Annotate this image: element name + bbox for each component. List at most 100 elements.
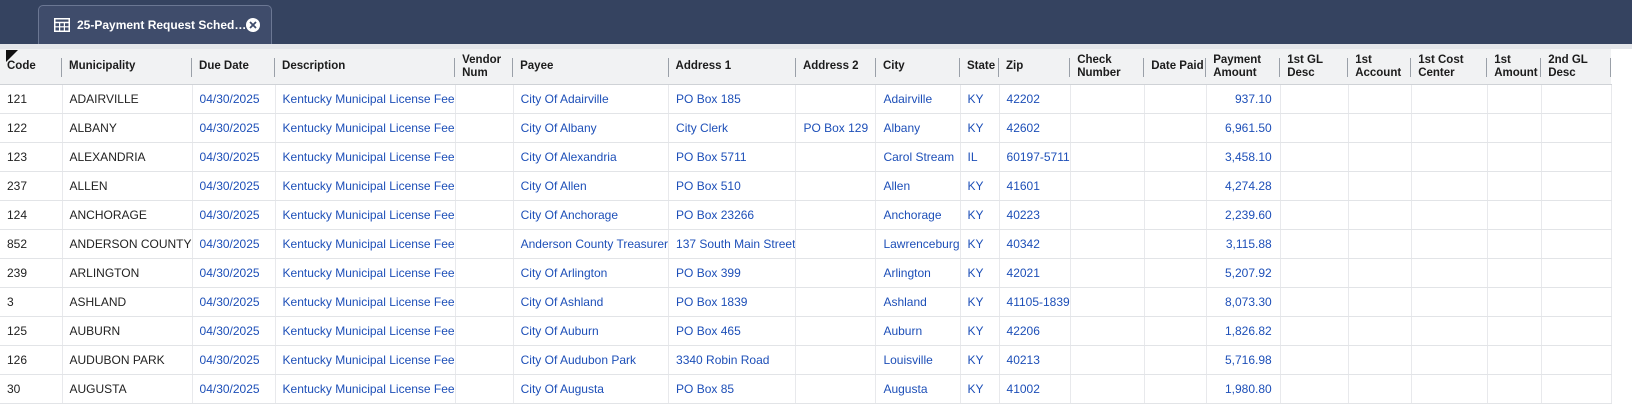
cell-municipality[interactable]: ADAIRVILLE [62, 84, 193, 114]
cell-address-2[interactable] [795, 142, 877, 172]
cell-date-paid[interactable] [1144, 229, 1207, 259]
cell-municipality[interactable]: ANCHORAGE [62, 200, 193, 230]
cell-2nd-gl-desc[interactable] [1541, 374, 1612, 404]
cell-payee[interactable]: City Of Adairville [513, 84, 670, 114]
cell-payee[interactable]: City Of Ashland [513, 287, 670, 317]
cell-payment-amount[interactable]: 937.10 [1206, 84, 1281, 114]
cell-description[interactable]: Kentucky Municipal License Fee [275, 200, 456, 230]
cell-1st-account[interactable] [1348, 287, 1412, 317]
cell-description[interactable]: Kentucky Municipal License Fee [275, 229, 456, 259]
table-row[interactable]: 237 ALLEN 04/30/2025 Kentucky Municipal Lic… [0, 171, 1612, 201]
cell-1st-gl-desc[interactable] [1280, 171, 1349, 201]
cell-due-date[interactable]: 04/30/2025 [192, 142, 276, 172]
cell-code[interactable]: 852 [0, 229, 63, 259]
cell-1st-cost-center[interactable] [1411, 229, 1488, 259]
cell-municipality[interactable]: ALLEN [62, 171, 193, 201]
cell-1st-cost-center[interactable] [1411, 258, 1488, 288]
table-row[interactable]: 122 ALBANY 04/30/2025 Kentucky Municipal Li… [0, 113, 1612, 143]
table-row[interactable]: 30 AUGUSTA 04/30/2025 Kentucky Municipal Li… [0, 374, 1612, 404]
cell-municipality[interactable]: AUDUBON PARK [62, 345, 193, 375]
cell-check-number[interactable] [1070, 113, 1145, 143]
cell-code[interactable]: 123 [0, 142, 63, 172]
cell-2nd-gl-desc[interactable] [1541, 113, 1612, 143]
cell-state[interactable]: KY [960, 287, 1000, 317]
cell-1st-account[interactable] [1348, 171, 1412, 201]
cell-1st-gl-desc[interactable] [1280, 374, 1349, 404]
cell-2nd-gl-desc[interactable] [1541, 287, 1612, 317]
cell-due-date[interactable]: 04/30/2025 [192, 287, 276, 317]
cell-due-date[interactable]: 04/30/2025 [192, 374, 276, 404]
table-row[interactable]: 121 ADAIRVILLE 04/30/2025 Kentucky Municipa… [0, 84, 1612, 114]
cell-1st-amount[interactable] [1487, 84, 1542, 114]
cell-description[interactable]: Kentucky Municipal License Fee [275, 171, 456, 201]
cell-vendor-num[interactable] [455, 345, 514, 375]
cell-vendor-num[interactable] [455, 142, 514, 172]
cell-municipality[interactable]: ARLINGTON [62, 258, 193, 288]
cell-1st-account[interactable] [1348, 316, 1412, 346]
column-header-state[interactable]: State [960, 49, 1000, 85]
cell-zip[interactable]: 42202 [999, 84, 1071, 114]
cell-2nd-gl-desc[interactable] [1541, 142, 1612, 172]
cell-check-number[interactable] [1070, 142, 1145, 172]
cell-date-paid[interactable] [1144, 374, 1207, 404]
cell-1st-cost-center[interactable] [1411, 84, 1488, 114]
cell-zip[interactable]: 41601 [999, 171, 1071, 201]
cell-check-number[interactable] [1070, 345, 1145, 375]
cell-2nd-gl-desc[interactable] [1541, 84, 1612, 114]
cell-payee[interactable]: City Of Anchorage [513, 200, 670, 230]
cell-city[interactable]: Arlington [875, 258, 961, 288]
cell-1st-gl-desc[interactable] [1280, 287, 1349, 317]
column-resize-handle[interactable] [1610, 58, 1612, 77]
cell-state[interactable]: KY [960, 258, 1000, 288]
table-row[interactable]: 239 ARLINGTON 04/30/2025 Kentucky Municipal… [0, 258, 1612, 288]
cell-1st-account[interactable] [1348, 113, 1412, 143]
cell-date-paid[interactable] [1144, 113, 1207, 143]
cell-vendor-num[interactable] [455, 316, 514, 346]
column-header-vendor-num[interactable]: Vendor Num [455, 49, 514, 85]
cell-code[interactable]: 125 [0, 316, 63, 346]
cell-1st-gl-desc[interactable] [1280, 316, 1349, 346]
cell-vendor-num[interactable] [455, 374, 514, 404]
cell-address-2[interactable] [795, 258, 877, 288]
cell-zip[interactable]: 42206 [999, 316, 1071, 346]
cell-address-1[interactable]: PO Box 510 [668, 171, 797, 201]
table-row[interactable]: 123 ALEXANDRIA 04/30/2025 Kentucky Municipa… [0, 142, 1612, 172]
cell-check-number[interactable] [1070, 171, 1145, 201]
cell-payee[interactable]: City Of Allen [513, 171, 670, 201]
cell-2nd-gl-desc[interactable] [1541, 345, 1612, 375]
cell-code[interactable]: 237 [0, 171, 63, 201]
cell-1st-gl-desc[interactable] [1280, 229, 1349, 259]
cell-address-1[interactable]: PO Box 23266 [668, 200, 797, 230]
cell-payee[interactable]: City Of Alexandria [513, 142, 670, 172]
cell-address-1[interactable]: PO Box 5711 [668, 142, 797, 172]
cell-description[interactable]: Kentucky Municipal License Fee [275, 345, 456, 375]
cell-due-date[interactable]: 04/30/2025 [192, 200, 276, 230]
cell-code[interactable]: 124 [0, 200, 63, 230]
cell-description[interactable]: Kentucky Municipal License Fee [275, 84, 456, 114]
cell-municipality[interactable]: ASHLAND [62, 287, 193, 317]
cell-check-number[interactable] [1070, 287, 1145, 317]
cell-1st-account[interactable] [1348, 345, 1412, 375]
cell-date-paid[interactable] [1144, 171, 1207, 201]
cell-city[interactable]: Allen [875, 171, 961, 201]
cell-1st-gl-desc[interactable] [1280, 345, 1349, 375]
cell-1st-cost-center[interactable] [1411, 171, 1488, 201]
cell-address-2[interactable] [795, 316, 877, 346]
table-row[interactable]: 852 ANDERSON COUNTY 04/30/2025 Kentucky Mun… [0, 229, 1612, 259]
close-circle-icon[interactable] [244, 16, 262, 34]
cell-address-2[interactable] [795, 200, 877, 230]
column-header-1st-cost-center[interactable]: 1st Cost Center [1411, 49, 1488, 85]
cell-due-date[interactable]: 04/30/2025 [192, 258, 276, 288]
cell-city[interactable]: Albany [875, 113, 961, 143]
cell-1st-gl-desc[interactable] [1280, 84, 1349, 114]
cell-description[interactable]: Kentucky Municipal License Fee [275, 142, 456, 172]
cell-address-2[interactable] [795, 345, 877, 375]
cell-address-1[interactable]: 3340 Robin Road [668, 345, 797, 375]
cell-1st-account[interactable] [1348, 258, 1412, 288]
cell-1st-cost-center[interactable] [1411, 345, 1488, 375]
cell-1st-amount[interactable] [1487, 142, 1542, 172]
cell-state[interactable]: KY [960, 84, 1000, 114]
cell-city[interactable]: Adairville [875, 84, 961, 114]
cell-1st-amount[interactable] [1487, 287, 1542, 317]
column-header-1st-amount[interactable]: 1st Amount [1487, 49, 1542, 85]
